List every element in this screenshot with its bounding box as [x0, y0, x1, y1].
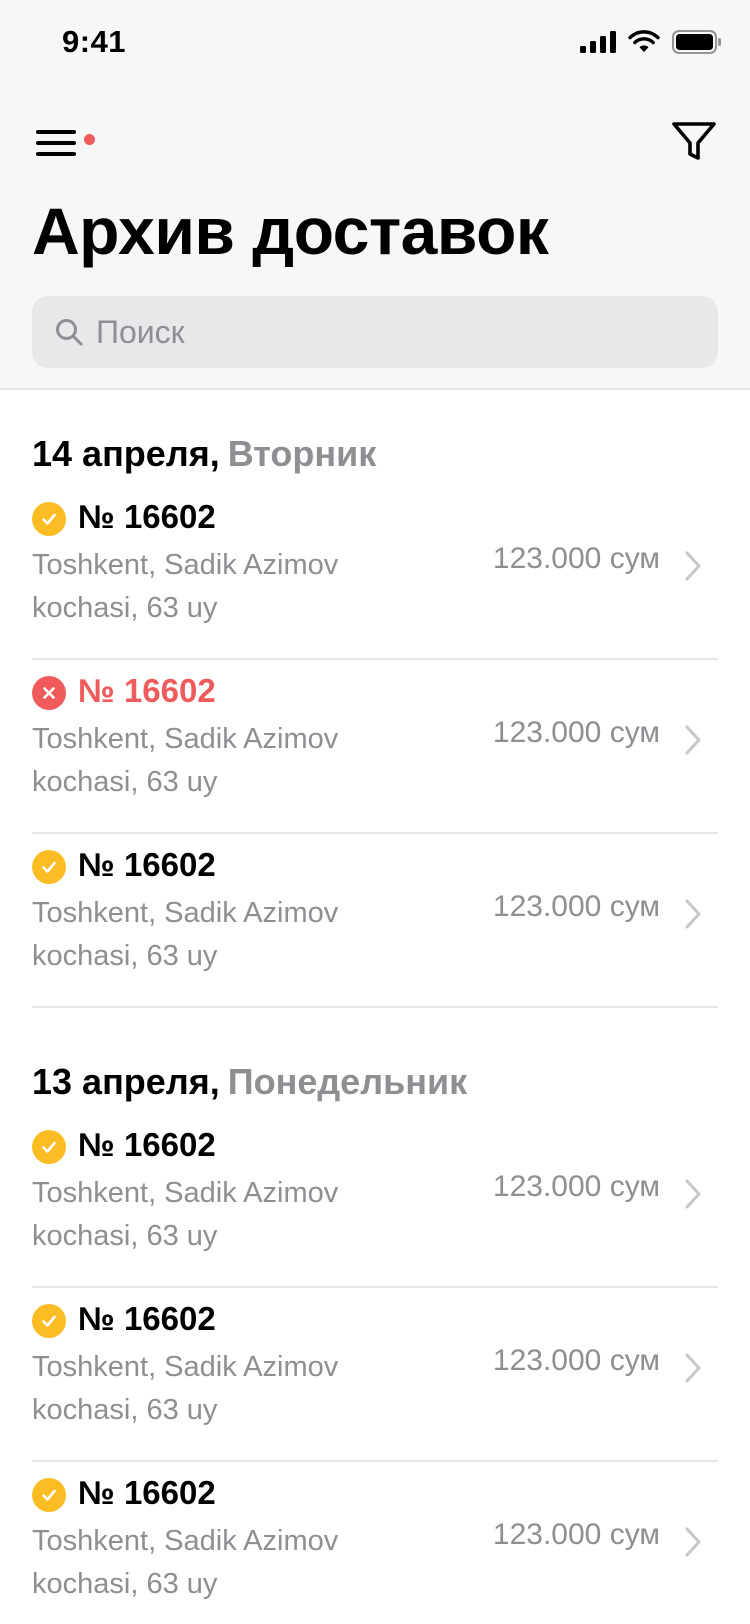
check-circle-icon [32, 502, 66, 536]
header: 9:41 Архив доставок Поиск [0, 0, 750, 390]
chevron-right-icon [685, 1179, 701, 1209]
page-title: Архив доставок [32, 194, 549, 268]
search-input[interactable] [96, 313, 656, 351]
filter-button[interactable] [668, 116, 720, 168]
cellular-signal-icon [580, 31, 616, 53]
section-weekday: Вторник [227, 433, 377, 474]
section-date: 14 апреля, [32, 433, 220, 474]
search-bar[interactable] [32, 296, 718, 368]
section-date: 13 апреля, [32, 1061, 220, 1102]
delivery-address: Toshkent, Sadik Azimov kochasi, 63 uy [32, 723, 339, 798]
status-time: 9:41 [62, 24, 127, 59]
date-section: 14 апреля, Вторник № 16602 Toshkent, Sad… [0, 422, 750, 1008]
check-circle-icon [32, 1130, 66, 1164]
delivery-row[interactable]: № 16602 Toshkent, Sadik Azimov kochasi, … [32, 486, 718, 660]
delivery-row[interactable]: № 16602 Toshkent, Sadik Azimov kochasi, … [32, 1288, 718, 1462]
delivery-price: 123.000 сум [492, 890, 660, 923]
delivery-address: Toshkent, Sadik Azimov kochasi, 63 uy [32, 1351, 339, 1426]
chevron-right-icon [685, 725, 701, 755]
delivery-price: 123.000 сум [492, 542, 660, 575]
delivery-row[interactable]: № 16602 Toshkent, Sadik Azimov kochasi, … [32, 1462, 718, 1624]
wifi-icon [628, 30, 660, 52]
section-date-header: 13 апреля, Понедельник [32, 1050, 750, 1114]
x-circle-icon [32, 676, 66, 710]
date-section: 13 апреля, Понедельник № 16602 Toshkent,… [0, 1050, 750, 1624]
delivery-price: 123.000 сум [492, 1170, 660, 1203]
delivery-row[interactable]: № 16602 Toshkent, Sadik Azimov kochasi, … [32, 1114, 718, 1288]
order-number: № 16602 [78, 1300, 216, 1337]
delivery-address: Toshkent, Sadik Azimov kochasi, 63 uy [32, 1177, 339, 1252]
chevron-right-icon [685, 1353, 701, 1383]
order-number: № 16602 [78, 1126, 216, 1163]
delivery-address: Toshkent, Sadik Azimov kochasi, 63 uy [32, 897, 339, 972]
search-icon [56, 319, 83, 346]
chevron-right-icon [685, 1527, 701, 1557]
order-number: № 16602 [78, 1474, 216, 1511]
filter-funnel-icon [672, 122, 716, 160]
delivery-price: 123.000 сум [492, 1518, 660, 1551]
delivery-price: 123.000 сум [492, 1344, 660, 1377]
delivery-price: 123.000 сум [492, 716, 660, 749]
battery-icon [672, 30, 721, 54]
order-number: № 16602 [78, 846, 216, 883]
chevron-right-icon [685, 551, 701, 581]
check-circle-icon [32, 1478, 66, 1512]
delivery-row[interactable]: № 16602 Toshkent, Sadik Azimov kochasi, … [32, 660, 718, 834]
delivery-address: Toshkent, Sadik Azimov kochasi, 63 uy [32, 1525, 339, 1600]
check-circle-icon [32, 1304, 66, 1338]
delivery-row[interactable]: № 16602 Toshkent, Sadik Azimov kochasi, … [32, 834, 718, 1008]
status-bar: 9:41 [0, 0, 750, 90]
chevron-right-icon [685, 899, 701, 929]
nav-row [0, 90, 750, 200]
check-circle-icon [32, 850, 66, 884]
menu-button[interactable] [32, 118, 102, 168]
notification-dot [84, 134, 95, 145]
section-date-header: 14 апреля, Вторник [32, 422, 750, 486]
delivery-list: 14 апреля, Вторник № 16602 Toshkent, Sad… [0, 422, 750, 1624]
order-number: № 16602 [78, 672, 216, 709]
status-icons [580, 30, 722, 54]
order-number: № 16602 [78, 498, 216, 535]
delivery-address: Toshkent, Sadik Azimov kochasi, 63 uy [32, 549, 339, 624]
section-weekday: Понедельник [227, 1061, 468, 1102]
